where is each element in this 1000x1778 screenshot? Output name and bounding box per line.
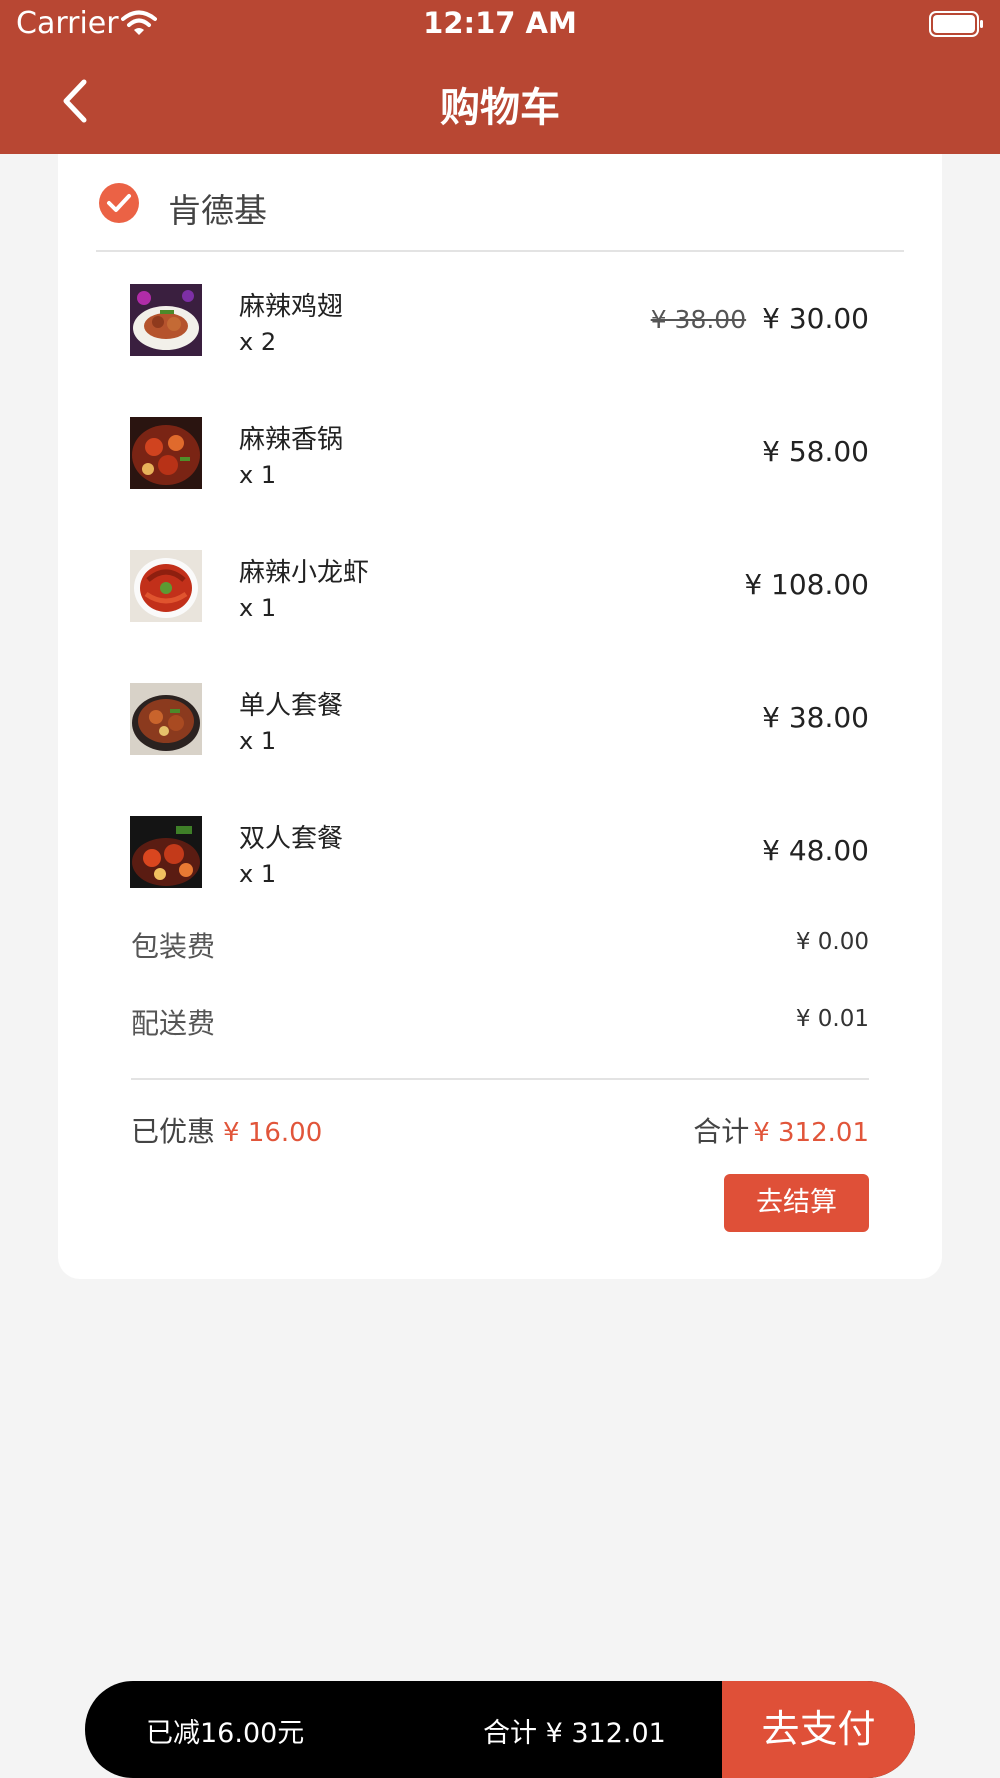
- item-quantity: x 1: [239, 860, 277, 888]
- item-name: 麻辣小龙虾: [239, 558, 370, 588]
- item-price-group: ¥ 108.00: [744, 568, 869, 601]
- item-name: 双人套餐: [239, 824, 344, 854]
- item-price: ¥ 30.00: [762, 302, 869, 335]
- cart-item: 单人套餐 x 1 ¥ 38.00: [58, 683, 942, 763]
- discount-summary: 已优惠 ¥ 16.00: [131, 1110, 322, 1150]
- divider: [131, 1078, 869, 1080]
- page-title: 购物车: [440, 85, 560, 131]
- discount-value: ¥ 16.00: [223, 1118, 323, 1148]
- item-name: 麻辣香锅: [239, 425, 344, 455]
- food-image: [130, 683, 202, 755]
- shop-select-checkbox-icon[interactable]: [98, 182, 140, 228]
- cart-item: 双人套餐 x 1 ¥ 48.00: [58, 816, 942, 896]
- item-price: ¥ 108.00: [744, 568, 869, 601]
- payment-total: 合计 ¥ 312.01: [483, 1718, 666, 1749]
- cart-item: 麻辣小龙虾 x 1 ¥ 108.00: [58, 550, 942, 630]
- delivery-fee-value: ¥ 0.01: [795, 1006, 869, 1032]
- food-image: [130, 284, 202, 356]
- item-price: ¥ 58.00: [762, 435, 869, 468]
- item-price-group: ¥ 48.00: [762, 834, 869, 867]
- food-image: [130, 417, 202, 489]
- cart-item: 麻辣鸡翅 x 2 ¥ 38.00 ¥ 30.00: [58, 284, 942, 364]
- item-price-group: ¥ 38.00: [762, 701, 869, 734]
- pay-button[interactable]: 去支付: [722, 1681, 915, 1778]
- total-summary: 合计 ¥ 312.01: [693, 1110, 869, 1150]
- item-quantity: x 1: [239, 461, 277, 489]
- divider: [96, 250, 904, 252]
- packing-fee-label: 包装费: [131, 930, 216, 963]
- checkout-button[interactable]: 去结算: [724, 1174, 869, 1232]
- shop-name: 肯德基: [168, 191, 267, 230]
- discount-label: 已优惠: [131, 1115, 216, 1148]
- battery-icon: [929, 11, 985, 41]
- status-time: 12:17 AM: [423, 6, 577, 40]
- total-value: ¥ 312.01: [753, 1118, 869, 1148]
- food-image: [130, 816, 202, 888]
- item-name: 麻辣鸡翅: [239, 292, 344, 322]
- item-quantity: x 1: [239, 727, 277, 755]
- item-original-price: ¥ 38.00: [650, 305, 747, 334]
- item-quantity: x 1: [239, 594, 277, 622]
- total-label: 合计: [693, 1115, 750, 1148]
- item-price-group: ¥ 38.00 ¥ 30.00: [651, 302, 869, 335]
- reduced-amount: 已减16.00元: [146, 1718, 305, 1749]
- item-price: ¥ 38.00: [762, 701, 869, 734]
- item-price: ¥ 48.00: [762, 834, 869, 867]
- item-quantity: x 2: [239, 328, 277, 356]
- item-price-group: ¥ 58.00: [762, 435, 869, 468]
- cart-item: 麻辣香锅 x 1 ¥ 58.00: [58, 417, 942, 497]
- status-bar: Carrier 12:17 AM: [0, 0, 1000, 50]
- delivery-fee-label: 配送费: [131, 1007, 216, 1040]
- cart-card: 肯德基 麻辣鸡翅 x 2 ¥ 38.00 ¥ 30.00 麻辣香锅 x 1 ¥ …: [58, 154, 942, 1279]
- packing-fee-value: ¥ 0.00: [795, 929, 869, 955]
- payment-bar: 已减16.00元 合计 ¥ 312.01 去支付: [85, 1681, 915, 1778]
- item-name: 单人套餐: [239, 691, 344, 721]
- food-image: [130, 550, 202, 622]
- nav-header: Carrier 12:17 AM 购物车: [0, 0, 1000, 154]
